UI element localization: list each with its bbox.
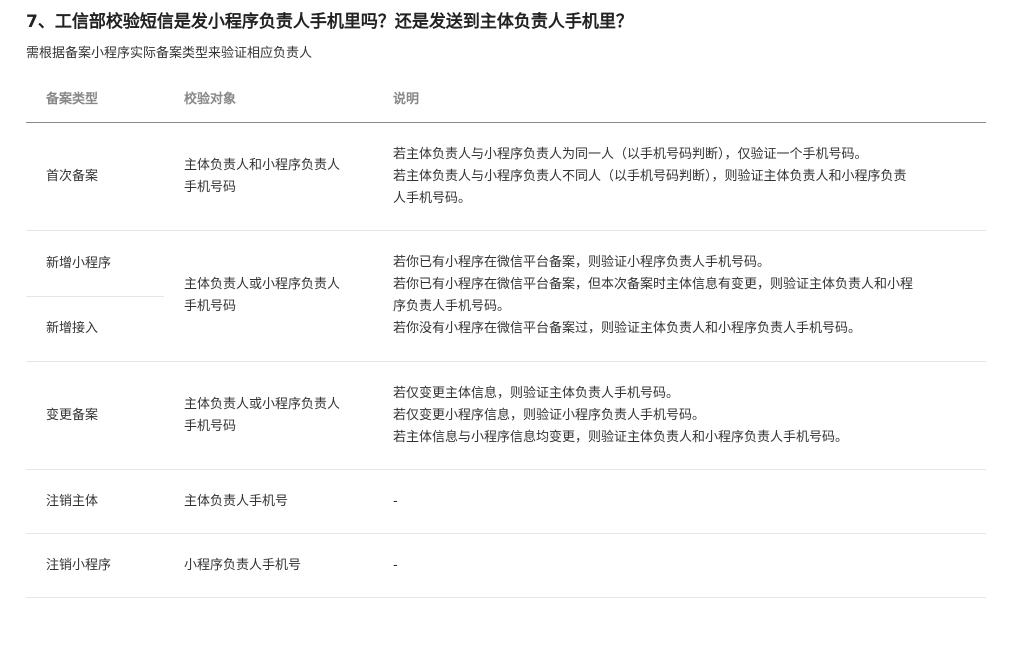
cell-filing-type-split: 新增小程序 新增接入 bbox=[26, 231, 164, 361]
table-row: 注销主体 主体负责人手机号 - bbox=[26, 470, 986, 534]
target-line: 小程序负责人手机号 bbox=[184, 557, 302, 573]
cell-description: 若主体负责人与小程序负责人为同一人（以手机号码判断），仅验证一个手机号码。 若主… bbox=[393, 123, 973, 230]
cell-verification-target: 主体负责人或小程序负责人 手机号码 bbox=[184, 362, 374, 469]
cell-filing-type: 注销小程序 bbox=[46, 534, 166, 597]
description-line: 若你没有小程序在微信平台备案过，则验证主体负责人和小程序负责人手机号码。 bbox=[393, 321, 862, 336]
cell-filing-type: 注销主体 bbox=[46, 470, 166, 533]
description-line: 若仅变更主体信息，则验证主体负责人手机号码。 bbox=[393, 385, 680, 401]
filing-type-label: 注销主体 bbox=[46, 493, 99, 509]
description-line: 序负责人手机号码。 bbox=[393, 299, 511, 314]
target-line: 手机号码 bbox=[184, 418, 237, 434]
page-title: 7、工信部校验短信是发小程序负责人手机里吗？还是发送到主体负责人手机里？ bbox=[26, 12, 633, 32]
description-line: 若主体负责人与小程序负责人不同人（以手机号码判断），则验证主体负责人和小程序负责 bbox=[393, 168, 907, 184]
filing-type-label: 变更备案 bbox=[46, 407, 99, 423]
cell-filing-type: 首次备案 bbox=[46, 123, 166, 230]
sub-cell-new-mini-program: 新增小程序 bbox=[46, 231, 111, 296]
target-line: 主体负责人或小程序负责人 bbox=[184, 277, 341, 292]
description-line: 人手机号码。 bbox=[393, 190, 472, 206]
filing-type-label: 新增接入 bbox=[46, 320, 99, 336]
sub-cell-new-access: 新增接入 bbox=[46, 296, 98, 361]
description-line: 若你已有小程序在微信平台备案，则验证小程序负责人手机号码。 bbox=[393, 255, 771, 270]
table-header: 备案类型 校验对象 说明 bbox=[26, 78, 986, 123]
page-subtitle: 需根据备案小程序实际备案类型来验证相应负责人 bbox=[26, 46, 313, 61]
header-filing-type: 备案类型 bbox=[46, 92, 99, 107]
description-line: - bbox=[393, 557, 398, 573]
target-line: 手机号码 bbox=[184, 299, 237, 314]
cell-verification-target: 主体负责人和小程序负责人 手机号码 bbox=[184, 123, 374, 230]
table-row: 注销小程序 小程序负责人手机号 - bbox=[26, 534, 986, 598]
description-line: 若主体负责人与小程序负责人为同一人（以手机号码判断），仅验证一个手机号码。 bbox=[393, 146, 868, 162]
filing-type-label: 新增小程序 bbox=[46, 255, 112, 271]
target-line: 主体负责人或小程序负责人 bbox=[184, 396, 341, 412]
cell-verification-target: 小程序负责人手机号 bbox=[184, 534, 374, 597]
description-line: 若你已有小程序在微信平台备案，但本次备案时主体信息有变更，则验证主体负责人和小程 bbox=[393, 277, 914, 292]
target-line: 手机号码 bbox=[184, 179, 237, 195]
filing-type-label: 注销小程序 bbox=[46, 557, 112, 573]
target-line: 主体负责人手机号 bbox=[184, 493, 289, 509]
header-description: 说明 bbox=[393, 92, 420, 107]
target-line: 主体负责人和小程序负责人 bbox=[184, 157, 341, 173]
filing-verification-table: 备案类型 校验对象 说明 首次备案 主体负责人和小程序负责人 手机号码 若主体负… bbox=[26, 78, 986, 598]
description-line: 若仅变更小程序信息，则验证小程序负责人手机号码。 bbox=[393, 407, 706, 423]
cell-description: 若你已有小程序在微信平台备案，则验证小程序负责人手机号码。 若你已有小程序在微信… bbox=[393, 231, 973, 361]
table-row: 变更备案 主体负责人或小程序负责人 手机号码 若仅变更主体信息，则验证主体负责人… bbox=[26, 362, 986, 470]
cell-verification-target: 主体负责人手机号 bbox=[184, 470, 374, 533]
cell-description: 若仅变更主体信息，则验证主体负责人手机号码。 若仅变更小程序信息，则验证小程序负… bbox=[393, 362, 973, 469]
cell-description: - bbox=[393, 534, 973, 597]
table-row: 首次备案 主体负责人和小程序负责人 手机号码 若主体负责人与小程序负责人为同一人… bbox=[26, 123, 986, 231]
header-verification-target: 校验对象 bbox=[184, 92, 237, 107]
cell-verification-target: 主体负责人或小程序负责人 手机号码 bbox=[184, 231, 374, 361]
table-row: 新增小程序 新增接入 主体负责人或小程序负责人 手机号码 若你已有小程序在微信平… bbox=[26, 231, 986, 362]
description-line: - bbox=[393, 493, 398, 509]
cell-description: - bbox=[393, 470, 973, 533]
filing-type-label: 首次备案 bbox=[46, 168, 99, 184]
cell-filing-type: 变更备案 bbox=[46, 362, 166, 469]
description-line: 若主体信息与小程序信息均变更，则验证主体负责人和小程序负责人手机号码。 bbox=[393, 429, 849, 445]
